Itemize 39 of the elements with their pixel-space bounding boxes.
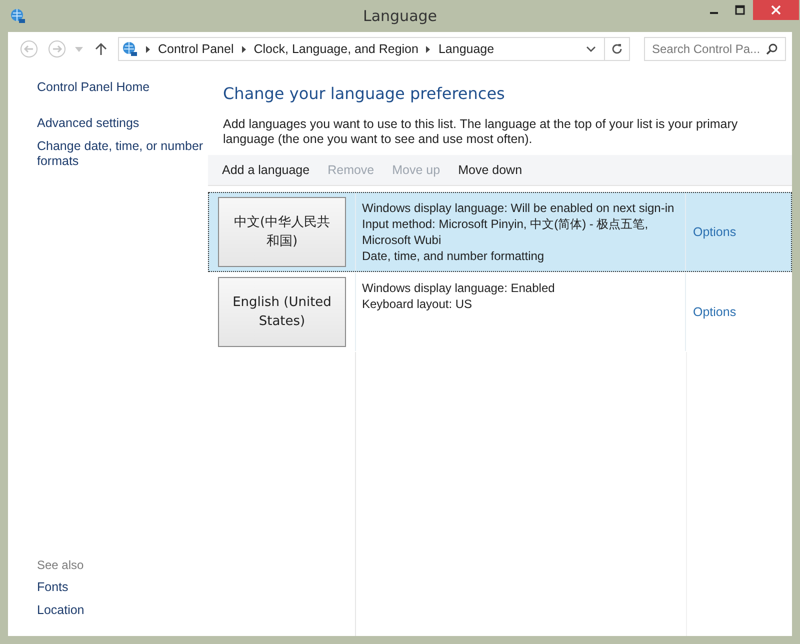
language-row[interactable]: 中文(中华人民共和国) Windows display language: Will be enabled on next sign-in Input method: Microsoft Pinyin, 中文(简体) - 极点五笔, Microsoft Wubi Date, time, and number formatting Options: [208, 192, 792, 272]
language-tile[interactable]: English (United States): [218, 277, 346, 347]
language-detail: Keyboard layout: US: [362, 296, 474, 312]
address-bar[interactable]: Control Panel Clock, Language, and Region Language: [118, 37, 630, 61]
language-row[interactable]: English (United States) Windows display language: Enabled Keyboard layout: US Options: [208, 272, 792, 352]
up-arrow-icon[interactable]: [95, 42, 107, 56]
chevron-right-icon[interactable]: [242, 46, 246, 52]
refresh-icon[interactable]: [611, 43, 623, 55]
language-detail: Input method: Microsoft Pinyin, 中文(简体) - 极点五笔, Microsoft Wubi: [362, 216, 650, 248]
breadcrumb-item[interactable]: Control Panel: [158, 42, 234, 56]
intro-text: Add languages you want to use to this list. The language at the top of your list is your primary language (the one you want to see and use most often).: [223, 117, 739, 147]
language-detail: Date, time, and number formatting: [362, 248, 546, 264]
chevron-down-icon[interactable]: [586, 46, 596, 52]
options-link[interactable]: Options: [693, 225, 736, 239]
close-icon: [771, 5, 781, 15]
search-field[interactable]: Search Control Pa...: [644, 37, 786, 61]
page-heading: Change your language preferences: [223, 84, 506, 103]
language-detail: Windows display language: Enabled: [362, 280, 556, 296]
chevron-right-icon[interactable]: [146, 46, 150, 52]
globe-icon: [10, 8, 26, 24]
sidebar-link[interactable]: Advanced settings: [37, 116, 208, 131]
options-link[interactable]: Options: [693, 305, 736, 319]
window-title: Language: [362, 7, 438, 25]
sidebar-link[interactable]: Change date, time, or number formats: [37, 139, 208, 169]
chevron-right-icon[interactable]: [426, 46, 430, 52]
search-icon: [766, 43, 778, 55]
breadcrumb-item[interactable]: Clock, Language, and Region: [254, 42, 418, 56]
see-also-heading: See also: [37, 558, 85, 572]
close-button[interactable]: [753, 0, 799, 20]
language-tile[interactable]: 中文(中华人民共和国): [218, 197, 346, 267]
globe-icon: [122, 41, 138, 57]
language-detail: Windows display language: Will be enabled on next sign-in: [362, 200, 676, 216]
maximize-icon[interactable]: [735, 5, 745, 15]
see-also-link[interactable]: Location: [37, 603, 208, 618]
toolbar-button[interactable]: Move down: [450, 161, 530, 179]
breadcrumb-item[interactable]: Language: [438, 42, 494, 56]
toolbar-button[interactable]: Add a language: [214, 161, 318, 179]
sidebar-link[interactable]: Control Panel Home: [37, 80, 208, 95]
see-also-link[interactable]: Fonts: [37, 580, 208, 595]
